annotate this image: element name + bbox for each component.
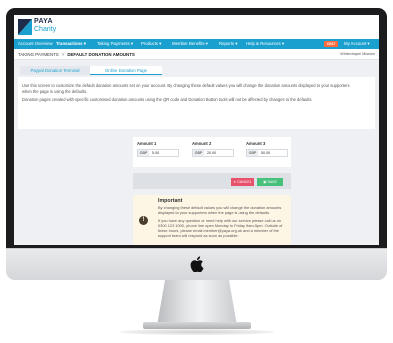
breadcrumb-bar: TAKING PAYMENTS > DEFAULT DONATION AMOUNTS… [14,49,379,60]
imac-stand-base [143,322,251,329]
nav-reports[interactable]: Reports ▾ [219,41,237,47]
amount-3-value[interactable]: 50.00 [261,150,270,156]
breadcrumb: TAKING PAYMENTS > DEFAULT DONATION AMOUNTS [18,52,135,57]
paya-logo-icon[interactable] [18,19,32,35]
amount-1-label: Amount 1 [137,141,157,146]
amount-1-value[interactable]: 5.00 [152,150,159,156]
amount-1-field[interactable]: GBP 5.00 [137,149,179,157]
apple-logo-icon [190,256,204,272]
main-nav: Account Overview Transactions ▾ Taking P… [14,39,379,49]
stand-shadow [120,329,274,335]
chat-badge[interactable]: CHAT [324,41,338,47]
nav-my-account[interactable]: My Account ▾ [344,41,370,47]
amount-3-field[interactable]: GBP 50.00 [246,149,288,157]
amount-3-currency: GBP [247,150,258,156]
nav-products[interactable]: Products ▾ [141,41,161,47]
important-text-2d: support team will respond as soon as pos… [158,233,239,238]
amount-2-label: Amount 2 [192,141,212,146]
nav-transactions[interactable]: Transactions ▾ [56,41,86,47]
important-text-1b: displayed to your supporters when the pa… [158,210,271,215]
cancel-button-label: CANCEL [237,180,252,184]
tab-paypal-donation-terminal[interactable]: Paypal Donation Terminal [20,66,90,75]
amounts-panel: Amount 1 GBP 5.00 Amount 2 GBP 20.00 Amo… [133,137,291,167]
nav-help-resources[interactable]: Help & Resources ▾ [246,41,284,47]
nav-account-overview[interactable]: Account Overview [18,41,53,46]
brand-subtitle: Charity [34,26,57,33]
breadcrumb-parent[interactable]: TAKING PAYMENTS [18,52,59,57]
amount-2-value[interactable]: 20.00 [207,150,216,156]
info-text-line3: Donation pages created with specific cus… [22,97,313,102]
page-title: DEFAULT DONATION AMOUNTS [67,52,135,57]
breadcrumb-separator: > [61,52,65,57]
nav-member-benefits[interactable]: Member Benefits ▾ [172,41,208,47]
imac-stand [157,280,237,326]
actions-panel: ✕ CANCEL ▣ SAVE [133,173,291,189]
screen: PAYA Charity Account Overview Transactio… [14,15,379,245]
amount-2-currency: GBP [193,150,204,156]
brand-name: PAYA [34,18,53,25]
organisation-name: Whitechapel Mission [340,52,375,56]
save-button[interactable]: ▣ SAVE [257,178,283,186]
important-notice: ! Important By changing these default va… [133,195,291,245]
important-title: Important [158,198,183,204]
amount-1-currency: GBP [138,150,149,156]
header: PAYA Charity [14,15,379,39]
amount-2-field[interactable]: GBP 20.00 [192,149,234,157]
info-panel: Use this screen to customize the default… [18,77,375,129]
cancel-button[interactable]: ✕ CANCEL [231,178,254,186]
exclamation-icon: ! [139,216,148,225]
save-button-label: SAVE [267,180,277,184]
amount-3-label: Amount 3 [246,141,266,146]
nav-taking-payments[interactable]: Taking Payments ▾ [97,41,133,47]
info-text-line2: when the page is using the defaults. [22,89,88,94]
tab-online-donation-page[interactable]: Online Donation Page [90,66,162,75]
